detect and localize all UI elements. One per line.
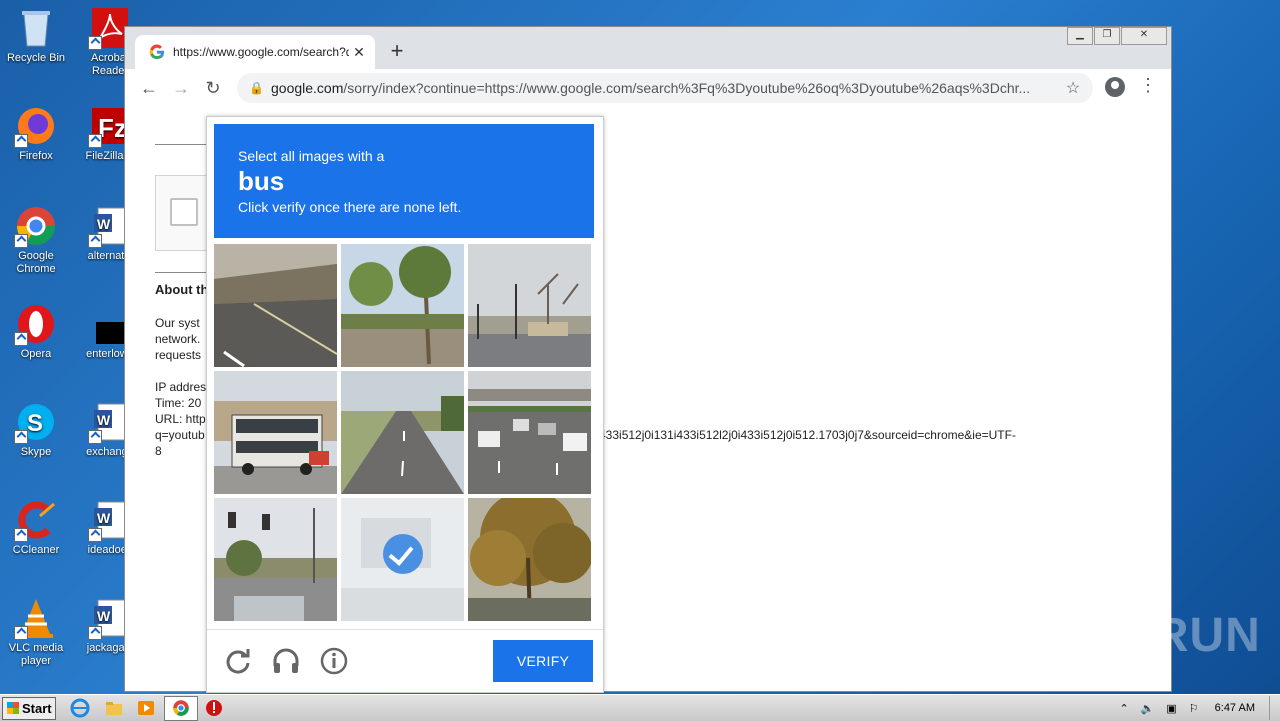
show-desktop-button[interactable]	[1269, 696, 1280, 720]
profile-avatar-icon[interactable]	[1105, 77, 1125, 97]
kebab-menu-icon[interactable]: ⋮	[1139, 75, 1157, 96]
tab-title: https://www.google.com/search?q=	[173, 45, 349, 59]
system-tray: ⌃ 🔈 ▣ ⚐ 6:47 AM	[1113, 695, 1280, 721]
desktop-icon-recycle-bin[interactable]: Recycle Bin	[4, 6, 68, 65]
verify-button[interactable]: VERIFY	[493, 640, 593, 682]
image-tile-4[interactable]	[214, 371, 337, 494]
page-text-line: requests	[155, 348, 202, 362]
media-player-icon[interactable]	[136, 698, 156, 718]
desktop-icon-label: CCleaner	[12, 544, 60, 556]
desktop-icon-opera[interactable]: Opera	[4, 302, 68, 361]
desktop-icon-firefox[interactable]: Firefox	[4, 104, 68, 163]
opera-icon	[14, 302, 58, 346]
challenge-target-word: bus	[238, 166, 285, 196]
address-bar[interactable]: 🔒 google.com/sorry/index?continue=https:…	[237, 73, 1093, 103]
time-line: Time: 20	[155, 396, 202, 410]
desktop-icon-label: Firefox	[19, 150, 53, 162]
url-line: URL: http	[155, 412, 206, 426]
image-tile-6[interactable]	[468, 371, 591, 494]
image-tile-8-selected[interactable]	[341, 498, 464, 621]
tab-close-icon[interactable]: ✕	[349, 44, 369, 61]
clock[interactable]: 6:47 AM	[1215, 702, 1255, 714]
image-tile-2[interactable]	[341, 244, 464, 367]
new-tab-button[interactable]: +	[383, 39, 411, 67]
internet-explorer-icon[interactable]	[70, 698, 90, 718]
chrome-icon	[173, 700, 189, 716]
minimize-button[interactable]: ▁	[1067, 27, 1093, 45]
file-explorer-icon[interactable]	[104, 698, 124, 718]
image-tile-7[interactable]	[214, 498, 337, 621]
svg-text:W: W	[97, 608, 111, 624]
challenge-instructions: Click verify once there are none left.	[238, 199, 462, 215]
recaptcha-checkbox[interactable]	[170, 198, 198, 226]
volume-icon[interactable]: 🔈	[1141, 702, 1155, 715]
skype-icon: S	[14, 400, 58, 444]
back-arrow-icon[interactable]: ←	[137, 76, 161, 100]
tab-google-search[interactable]: https://www.google.com/search?q= ✕	[135, 35, 375, 69]
image-tile-1[interactable]	[214, 244, 337, 367]
challenge-footer: VERIFY	[207, 629, 603, 693]
start-label: Start	[22, 701, 52, 716]
lock-icon: 🔒	[249, 81, 264, 95]
ip-address-line: IP addres	[155, 380, 207, 394]
desktop-icon-label: VLC media player	[8, 642, 64, 667]
desktop-icon-chrome[interactable]: Google Chrome	[4, 204, 68, 276]
desktop-icon-skype[interactable]: S Skype	[4, 400, 68, 459]
info-icon[interactable]	[319, 646, 349, 676]
close-window-button[interactable]: ✕	[1121, 27, 1167, 45]
action-center-flag-icon[interactable]: ⚐	[1189, 702, 1199, 715]
bookmark-star-icon[interactable]: ☆	[1061, 78, 1085, 98]
window-controls: ▁ ❐ ✕	[1066, 27, 1167, 45]
network-icon[interactable]: ▣	[1166, 702, 1176, 715]
svg-text:W: W	[97, 412, 111, 428]
stop-warning-icon[interactable]	[204, 698, 224, 718]
browser-toolbar: ← → ↻ 🔒 google.com/sorry/index?continue=…	[125, 69, 1171, 108]
svg-text:Fz: Fz	[98, 113, 127, 143]
chrome-icon	[14, 204, 58, 248]
recaptcha-challenge: Select all images with a bus Click verif…	[206, 116, 604, 693]
firefox-icon	[14, 104, 58, 148]
page-text-line: 8	[155, 444, 162, 458]
google-g-icon	[149, 44, 164, 60]
url-domain: google.com	[271, 80, 344, 96]
taskbar: Start ⌃ 🔈 ▣ ⚐ 6:47 AM	[0, 694, 1280, 721]
forward-arrow-icon[interactable]: →	[169, 76, 193, 100]
page-text-line: network.	[155, 332, 201, 346]
url-text: google.com/sorry/index?continue=https://…	[271, 80, 1061, 96]
windows-flag-icon	[7, 702, 19, 714]
anyrun-watermark: ANY RUN	[1036, 609, 1261, 662]
query-line: q=youtub	[155, 428, 205, 442]
desktop-icon-ccleaner[interactable]: CCleaner	[4, 498, 68, 557]
image-tile-3[interactable]	[468, 244, 591, 367]
recycle-bin-icon	[14, 6, 58, 50]
desktop-icon-label: Recycle Bin	[6, 52, 66, 64]
desktop-icon-vlc[interactable]: VLC media player	[4, 596, 68, 668]
svg-text:S: S	[27, 410, 43, 437]
svg-text:W: W	[97, 510, 111, 526]
restore-button[interactable]: ❐	[1094, 27, 1120, 45]
taskbar-chrome-active[interactable]	[164, 696, 198, 721]
audio-challenge-headphones-icon[interactable]	[271, 646, 301, 676]
desktop-icon-label: Skype	[20, 446, 52, 458]
svg-text:W: W	[97, 216, 111, 232]
challenge-header: Select all images with a bus Click verif…	[214, 124, 594, 238]
ccleaner-icon	[14, 498, 58, 542]
reload-icon[interactable]: ↻	[201, 76, 225, 100]
image-tile-9[interactable]	[468, 498, 591, 621]
challenge-prompt: Select all images with a	[238, 148, 385, 164]
tab-strip: https://www.google.com/search?q= ✕ + ▁ ❐…	[125, 27, 1171, 69]
about-heading: About th	[155, 282, 209, 297]
url-path: /sorry/index?continue=https://www.google…	[343, 80, 1031, 96]
page-text-line: Our syst	[155, 316, 200, 330]
selected-check-icon	[383, 534, 423, 574]
desktop-icon-label: Google Chrome	[16, 250, 56, 275]
vlc-cone-icon	[14, 596, 58, 640]
image-tile-5[interactable]	[341, 371, 464, 494]
image-grid	[214, 244, 595, 625]
query-tail: 433i512j0i131i433i512l2j0i433i512j0i512.…	[599, 428, 1016, 442]
start-button[interactable]: Start	[2, 697, 56, 720]
reload-challenge-icon[interactable]	[223, 646, 253, 676]
desktop-icon-label: Opera	[20, 348, 52, 360]
tray-expand-icon[interactable]: ⌃	[1119, 702, 1128, 715]
